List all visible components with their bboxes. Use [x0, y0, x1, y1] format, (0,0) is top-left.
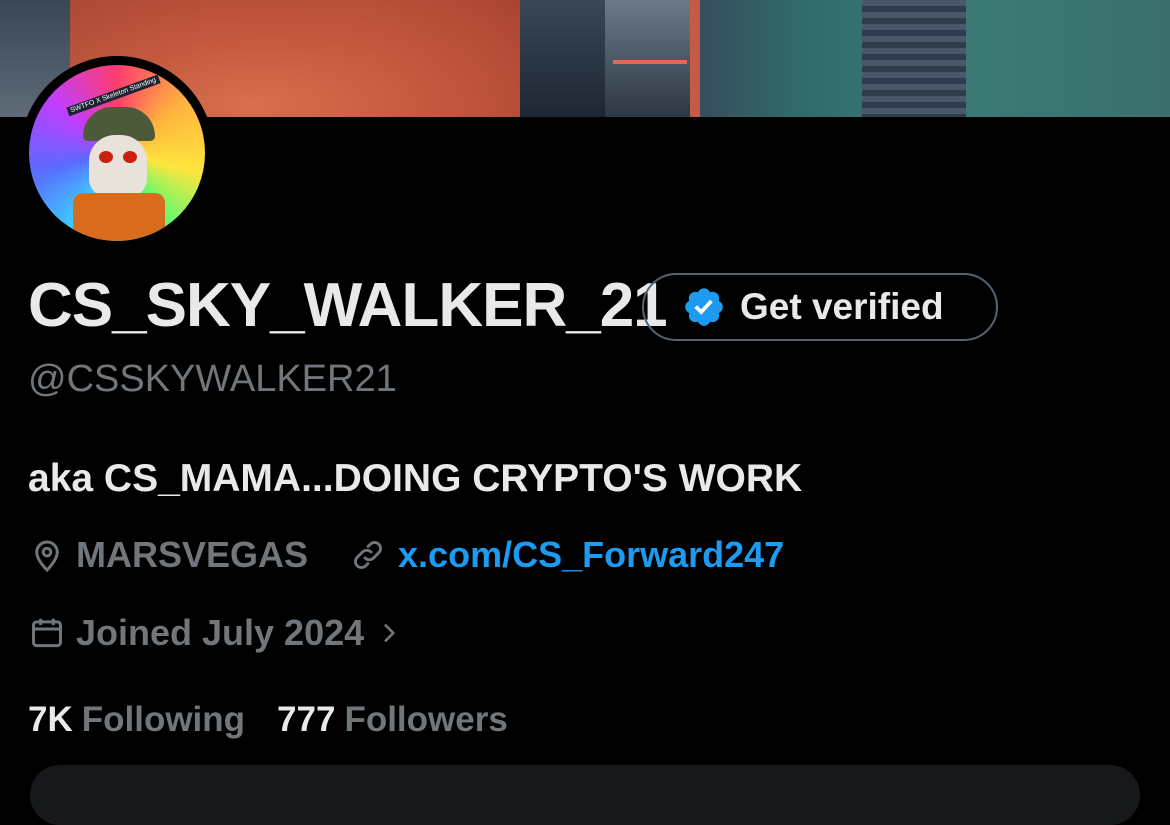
bottom-card[interactable]: [30, 765, 1140, 825]
follow-stats: 7K Following 777 Followers: [28, 695, 508, 745]
banner-tower: [690, 0, 700, 117]
following-stat[interactable]: 7K Following: [28, 700, 245, 740]
user-handle: @CSSKYWALKER21: [28, 358, 397, 400]
location-pin-icon: [28, 536, 66, 574]
joined-text: Joined July 2024: [76, 612, 365, 653]
banner-tower: [520, 0, 605, 117]
avatar-skull: [89, 135, 147, 197]
website-link[interactable]: x.com/CS_Forward247: [398, 534, 784, 576]
display-name: CS_SKY_WALKER_21: [28, 271, 668, 340]
followers-label: Followers: [344, 700, 508, 739]
verified-badge-icon: [685, 288, 723, 326]
avatar-eye: [123, 151, 137, 163]
joined-row[interactable]: Joined July 2024: [28, 608, 402, 658]
avatar-eye: [99, 151, 113, 163]
chevron-right-icon: [376, 618, 402, 648]
avatar[interactable]: SWTFO X Skeleton Standing: [20, 56, 214, 250]
calendar-icon: [28, 614, 66, 652]
avatar-image: SWTFO X Skeleton Standing: [29, 65, 205, 241]
banner-tower: [605, 0, 695, 117]
followers-count: 777: [277, 700, 336, 739]
followers-stat[interactable]: 777 Followers: [277, 700, 508, 740]
profile-meta-row: MARSVEGAS x.com/CS_Forward247: [28, 530, 784, 580]
get-verified-button[interactable]: Get verified: [642, 273, 998, 341]
following-count: 7K: [28, 700, 73, 739]
avatar-body: [73, 193, 165, 241]
following-label: Following: [81, 700, 246, 739]
bio-text: aka CS_MAMA...DOING CRYPTO'S WORK: [28, 457, 803, 500]
banner-tower: [862, 0, 966, 117]
link-icon: [350, 537, 386, 573]
location-text: MARSVEGAS: [76, 534, 309, 575]
get-verified-label: Get verified: [740, 286, 944, 327]
